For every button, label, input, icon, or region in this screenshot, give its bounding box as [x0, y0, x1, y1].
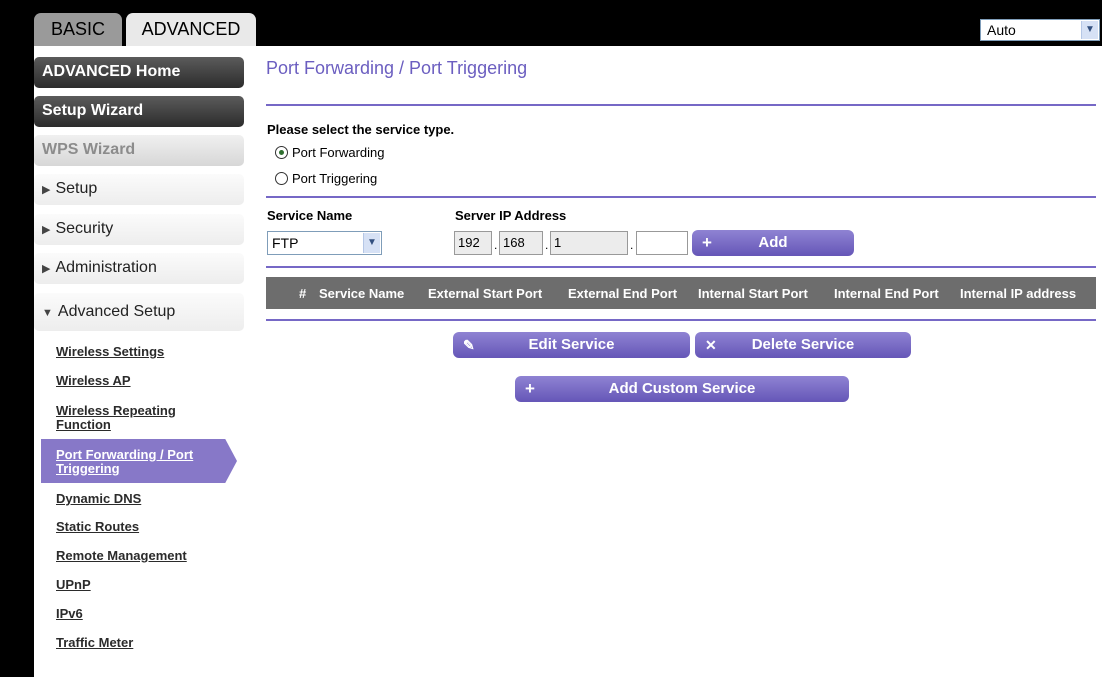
plus-icon: + [702, 233, 712, 252]
link-ipv6[interactable]: IPv6 [56, 607, 236, 621]
sidebar-wps-wizard[interactable]: WPS Wizard [34, 135, 244, 166]
col-ext-end: External End Port [568, 286, 678, 301]
add-button-label: Add [758, 234, 788, 251]
ip-octet-3[interactable]: 1 [550, 231, 628, 255]
pencil-icon: ✎ [463, 337, 475, 353]
delete-service-button[interactable]: ✕ Delete Service [695, 332, 911, 358]
chevron-down-icon: ▼ [1081, 21, 1098, 39]
radio-unselected-icon [275, 172, 288, 185]
sidebar-security[interactable]: ▶ Security [34, 214, 244, 245]
link-wireless-repeating[interactable]: Wireless Repeating Function [56, 404, 216, 432]
tab-basic[interactable]: BASIC [34, 13, 122, 46]
col-service-name: Service Name [319, 286, 405, 301]
col-index: # [299, 286, 307, 301]
divider [266, 104, 1096, 106]
triangle-right-icon: ▶ [42, 224, 51, 236]
main-content: Port Forwarding / Port Triggering Please… [262, 46, 1102, 677]
radio-label: Port Forwarding [292, 145, 385, 160]
service-type-prompt: Please select the service type. [267, 122, 455, 137]
language-value: Auto [987, 22, 1016, 38]
edit-service-button[interactable]: ✎ Edit Service [453, 332, 690, 358]
sidebar-item-label: Setup [55, 180, 98, 197]
sidebar-item-label: Advanced Setup [57, 303, 176, 320]
language-select[interactable]: Auto ▼ [980, 19, 1100, 41]
service-name-label: Service Name [267, 208, 353, 223]
ip-octet-1[interactable]: 192 [454, 231, 492, 255]
add-button[interactable]: + Add [692, 230, 854, 256]
sidebar-setup[interactable]: ▶ Setup [34, 174, 244, 205]
delete-service-label: Delete Service [751, 336, 855, 353]
radio-port-forwarding[interactable]: Port Forwarding [275, 145, 384, 160]
sidebar-item-label: Administration [55, 259, 157, 276]
divider [266, 319, 1096, 321]
radio-label: Port Triggering [292, 171, 378, 186]
link-port-forwarding[interactable]: Port Forwarding / Port Triggering [56, 448, 226, 476]
col-int-end: Internal End Port [834, 286, 939, 301]
sidebar-advanced-setup[interactable]: ▼ Advanced Setup [34, 293, 244, 331]
triangle-right-icon: ▶ [42, 263, 51, 275]
divider [266, 196, 1096, 198]
link-traffic-meter[interactable]: Traffic Meter [56, 636, 236, 650]
col-int-start: Internal Start Port [698, 286, 808, 301]
sidebar-item-label: Security [55, 220, 114, 237]
sidebar-item-label: WPS Wizard [42, 141, 136, 158]
close-icon: ✕ [705, 337, 717, 353]
triangle-down-icon: ▼ [42, 307, 53, 319]
radio-selected-icon [275, 146, 288, 159]
sidebar-administration[interactable]: ▶ Administration [34, 253, 244, 284]
link-static-routes[interactable]: Static Routes [56, 520, 236, 534]
triangle-right-icon: ▶ [42, 184, 51, 196]
col-int-ip: Internal IP address [960, 286, 1077, 301]
service-value: FTP [272, 235, 299, 251]
ip-dot: . [630, 238, 634, 252]
service-select[interactable]: FTP ▼ [267, 231, 382, 255]
link-dynamic-dns[interactable]: Dynamic DNS [56, 492, 236, 506]
link-wireless-ap[interactable]: Wireless AP [56, 374, 236, 388]
add-custom-service-button[interactable]: + Add Custom Service [515, 376, 849, 402]
chevron-down-icon: ▼ [363, 233, 380, 253]
sidebar-setup-wizard[interactable]: Setup Wizard [34, 96, 244, 127]
add-custom-service-label: Add Custom Service [608, 380, 756, 397]
tab-advanced[interactable]: ADVANCED [126, 13, 256, 46]
ip-dot: . [494, 238, 498, 252]
link-upnp[interactable]: UPnP [56, 578, 236, 592]
server-ip-label: Server IP Address [455, 208, 567, 223]
link-wireless-settings[interactable]: Wireless Settings [56, 345, 236, 359]
ip-octet-4[interactable] [636, 231, 688, 255]
radio-port-triggering[interactable]: Port Triggering [275, 171, 377, 186]
ip-octet-2[interactable]: 168 [499, 231, 543, 255]
divider [266, 266, 1096, 268]
sidebar: ADVANCED Home Setup Wizard WPS Wizard ▶ S… [34, 46, 262, 677]
top-bar: BASIC ADVANCED Auto ▼ [0, 0, 1102, 46]
link-remote-management[interactable]: Remote Management [56, 549, 236, 563]
sidebar-advanced-home[interactable]: ADVANCED Home [34, 57, 244, 88]
ip-dot: . [545, 238, 549, 252]
col-ext-start: External Start Port [428, 286, 543, 301]
plus-icon: + [525, 379, 535, 398]
table-header: # Service Name External Start Port Exter… [266, 277, 1096, 309]
left-strip [0, 46, 34, 677]
sidebar-item-label: Setup Wizard [42, 102, 144, 119]
page-title: Port Forwarding / Port Triggering [266, 58, 528, 78]
edit-service-label: Edit Service [528, 336, 615, 353]
sidebar-item-label: ADVANCED Home [42, 63, 181, 80]
